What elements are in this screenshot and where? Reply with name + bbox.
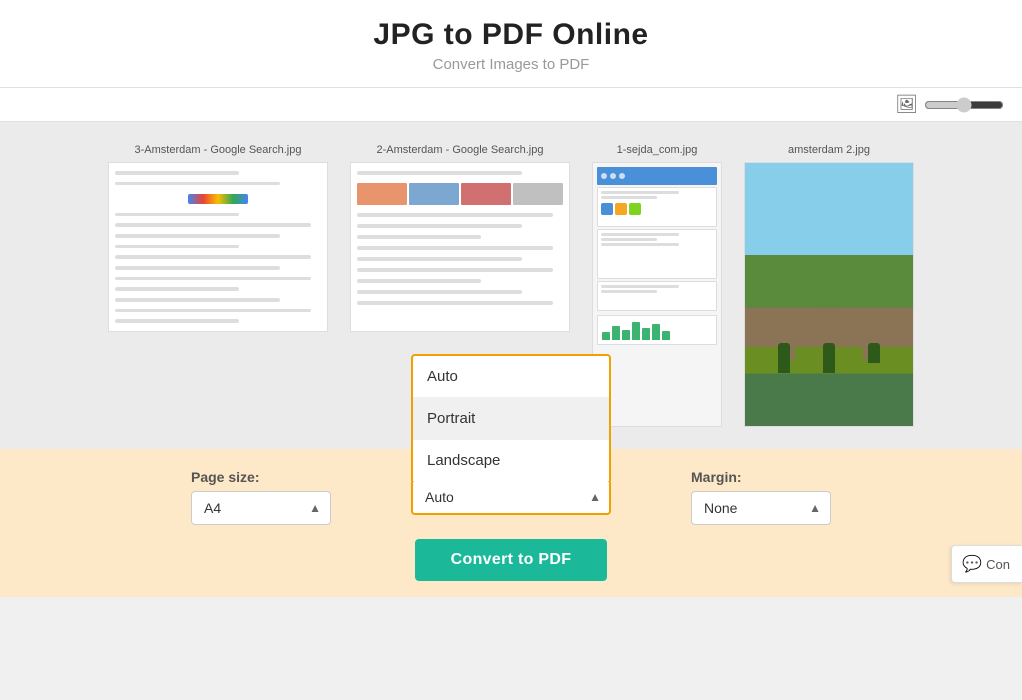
- image-card: 1-sejda_com.jpg: [592, 144, 722, 427]
- dropdown-item-landscape[interactable]: Landscape: [413, 440, 609, 481]
- image-label: 2-Amsterdam - Google Search.jpg: [377, 144, 544, 156]
- image-icon: 🖼: [895, 94, 918, 115]
- orientation-dropdown: Auto Portrait Landscape: [411, 354, 611, 481]
- trees: [762, 343, 896, 373]
- thumbnail-content: [745, 163, 913, 426]
- image-label: amsterdam 2.jpg: [788, 144, 870, 156]
- thumbnail-content: [351, 163, 569, 331]
- bottom-controls: Page size: A4 Letter Legal ▲ Auto Portra…: [0, 449, 1022, 597]
- zoom-slider[interactable]: [924, 97, 1004, 113]
- image-thumbnail[interactable]: [592, 162, 722, 427]
- thumbnail-content: [109, 163, 327, 331]
- image-label: 3-Amsterdam - Google Search.jpg: [135, 144, 302, 156]
- zoom-bar: 🖼: [0, 88, 1022, 122]
- image-label: 1-sejda_com.jpg: [617, 144, 698, 156]
- page-size-group: Page size: A4 Letter Legal ▲: [191, 469, 331, 525]
- image-thumbnail[interactable]: [350, 162, 570, 332]
- orientation-select[interactable]: Auto Portrait Landscape: [411, 479, 611, 515]
- margin-select[interactable]: None Small Medium Large: [691, 491, 831, 525]
- margin-label: Margin:: [691, 469, 742, 485]
- image-card: 3-Amsterdam - Google Search.jpg: [108, 144, 328, 332]
- image-card: amsterdam 2.jpg: [744, 144, 914, 427]
- con-button-label: Con: [986, 557, 1010, 572]
- page-size-wrapper: A4 Letter Legal ▲: [191, 491, 331, 525]
- margin-wrapper: None Small Medium Large ▲: [691, 491, 831, 525]
- chart: [602, 320, 712, 340]
- image-thumbnail[interactable]: [108, 162, 328, 332]
- controls-row: Page size: A4 Letter Legal ▲ Auto Portra…: [40, 469, 982, 525]
- image-thumbnail[interactable]: [744, 162, 914, 427]
- google-logo: [188, 194, 248, 203]
- orientation-group: Auto Portrait Landscape Auto Portrait La…: [411, 479, 611, 515]
- page-title: JPG to PDF Online: [0, 18, 1022, 52]
- orientation-wrapper: Auto Portrait Landscape ▲: [411, 479, 611, 515]
- con-button[interactable]: 💬 Con: [951, 545, 1022, 583]
- image-card: 2-Amsterdam - Google Search.jpg: [350, 144, 570, 332]
- page-size-label: Page size:: [191, 469, 259, 485]
- dropdown-item-portrait[interactable]: Portrait: [413, 398, 609, 440]
- thumbnail-content: [593, 163, 721, 426]
- dropdown-item-auto[interactable]: Auto: [413, 356, 609, 398]
- header: JPG to PDF Online Convert Images to PDF: [0, 0, 1022, 88]
- page-size-select[interactable]: A4 Letter Legal: [191, 491, 331, 525]
- page-subtitle: Convert Images to PDF: [0, 56, 1022, 73]
- margin-group: Margin: None Small Medium Large ▲: [691, 469, 831, 525]
- convert-button[interactable]: Convert to PDF: [415, 539, 608, 581]
- chat-icon: 💬: [962, 554, 982, 574]
